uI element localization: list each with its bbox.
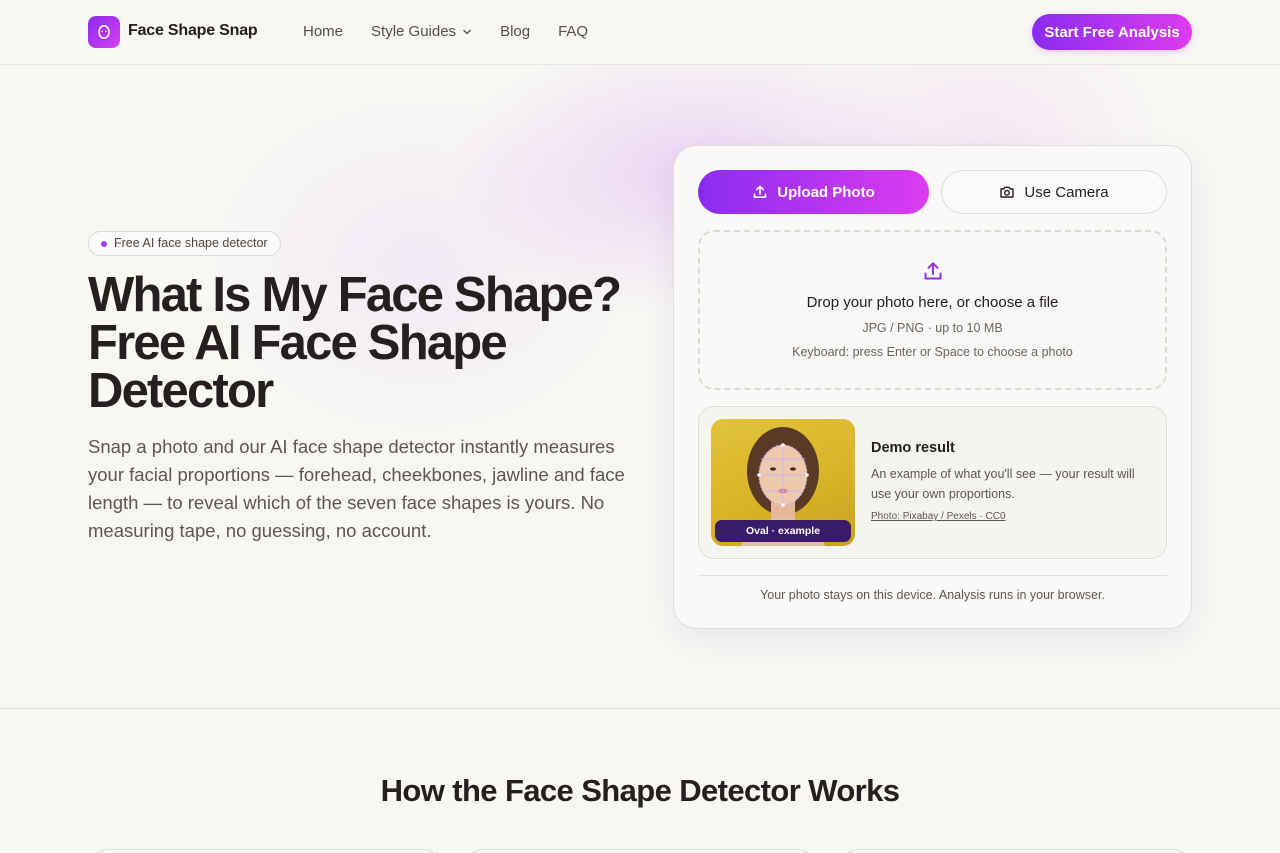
dropzone-keyboard-hint: Keyboard: press Enter or Space to choose… — [792, 345, 1073, 359]
nav-item-home[interactable]: Home — [303, 23, 343, 40]
start-free-analysis-button[interactable]: Start Free Analysis — [1032, 14, 1192, 50]
badge-dot-icon — [101, 241, 107, 247]
hero-subtitle: Snap a photo and our AI face shape detec… — [88, 436, 625, 541]
photo-credit-link[interactable]: Photo: Pixabay / Pexels · CC0 — [871, 511, 1006, 522]
badge-label: Free AI face shape detector — [114, 236, 268, 250]
nav-item-style-guides[interactable]: Style Guides — [371, 23, 472, 40]
how-it-works-title: How the Face Shape Detector Works — [380, 773, 900, 808]
upload-photo-label: Upload Photo — [777, 183, 875, 201]
use-camera-button[interactable]: Use Camera — [941, 170, 1167, 214]
nav-item-blog[interactable]: Blog — [500, 23, 530, 40]
camera-icon — [999, 184, 1015, 200]
main-nav: Home Style Guides Blog FAQ — [303, 23, 616, 40]
dropzone-file-types: JPG / PNG · up to 10 MB — [862, 321, 1003, 335]
demo-result-card: Oval · example Demo result An example of… — [698, 406, 1167, 559]
step-card — [842, 849, 1189, 853]
upload-icon — [752, 184, 768, 200]
step-card — [92, 849, 439, 853]
demo-shape-tag: Oval · example — [715, 520, 851, 542]
privacy-note: Your photo stays on this device. Analysi… — [760, 588, 1105, 602]
use-camera-label: Use Camera — [1024, 183, 1109, 201]
face-logo-icon[interactable] — [88, 16, 120, 48]
brand-name[interactable]: Face Shape Snap — [128, 22, 258, 40]
dropzone-title: Drop your photo here, or choose a file — [806, 294, 1059, 311]
demo-result-description: An example of what you'll see — your res… — [871, 467, 1135, 501]
chevron-down-icon — [462, 27, 472, 37]
page-title: What Is My Face Shape? Free AI Face Shap… — [88, 268, 622, 418]
nav-item-faq[interactable]: FAQ — [558, 23, 588, 40]
site-header: Face Shape Snap Home Style Guides Blog F… — [0, 0, 1280, 65]
step-card — [467, 849, 814, 853]
hero-badge: Free AI face shape detector — [88, 231, 281, 256]
upload-card: Upload Photo Use Camera Drop your photo … — [673, 145, 1192, 629]
nav-item-label: Style Guides — [371, 23, 457, 40]
card-divider — [698, 575, 1167, 576]
photo-dropzone[interactable]: Drop your photo here, or choose a file J… — [698, 230, 1167, 390]
demo-result-title: Demo result — [871, 440, 955, 456]
upload-icon — [922, 260, 944, 287]
demo-face-photo: Oval · example — [711, 419, 855, 546]
upload-photo-button[interactable]: Upload Photo — [698, 170, 929, 214]
